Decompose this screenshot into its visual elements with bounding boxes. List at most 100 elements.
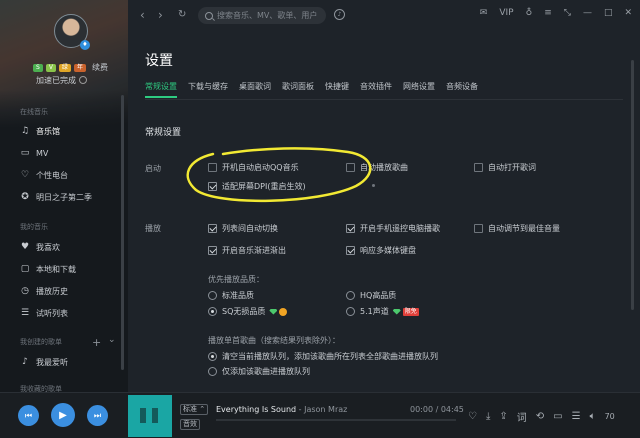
checkbox-box[interactable] — [346, 246, 355, 255]
checkbox-box[interactable] — [474, 224, 483, 233]
radio-dot[interactable] — [346, 291, 355, 300]
vip-link[interactable]: VIP — [499, 8, 513, 18]
download-icon[interactable]: ⤓ — [486, 411, 490, 422]
song-title[interactable]: Everything Is Sound — [216, 405, 296, 414]
like-icon[interactable]: ♡ — [468, 411, 477, 422]
sidebar-item-label: MV — [36, 148, 49, 158]
maximize-icon[interactable]: □ — [604, 8, 613, 18]
checkbox-box[interactable] — [208, 246, 217, 255]
play-button[interactable]: ▶ — [51, 403, 75, 427]
radio-replace-queue[interactable]: 清空当前播放队列，添加该歌曲所在列表全部歌曲进播放队列 — [208, 351, 438, 362]
sidebar-scrollbar[interactable] — [121, 95, 124, 370]
checkbox-auto-volume[interactable]: 自动调节到最佳音量 — [474, 223, 560, 234]
radio-dot[interactable] — [208, 367, 217, 376]
back-icon[interactable]: ‹ — [140, 8, 145, 22]
playlist-icon: ☰ — [20, 308, 30, 318]
checkbox-media-keys[interactable]: 响应多媒体键盘 — [346, 245, 416, 256]
radio-label: 标准品质 — [222, 291, 254, 300]
radio-label: 清空当前播放队列，添加该歌曲所在列表全部歌曲进播放队列 — [222, 352, 438, 361]
single-song-label: 播放单首歌曲（搜索结果列表除外）： — [208, 336, 340, 345]
checkbox-box[interactable] — [346, 163, 355, 172]
checkbox-phone-remote[interactable]: 开启手机遥控电脑播歌 — [346, 223, 440, 234]
sidebar-item-music-hall[interactable]: ♫ 音乐馆 — [20, 123, 60, 139]
radio-dot[interactable] — [208, 352, 217, 361]
radio-hq-quality[interactable]: HQ高品质 — [346, 290, 396, 301]
radio-sq-quality[interactable]: SQ无损品质 — [208, 306, 288, 317]
search-input[interactable] — [217, 11, 317, 20]
radio-label: HQ高品质 — [360, 291, 397, 300]
lyrics-icon[interactable]: 词 — [517, 409, 527, 424]
share-icon[interactable]: ⇪ — [499, 411, 507, 422]
tab-audio-device[interactable]: 音频设备 — [446, 81, 478, 98]
checkbox-box[interactable] — [208, 163, 217, 172]
sidebar-item-local-download[interactable]: ▢ 本地和下载 — [20, 261, 76, 277]
section-collected-playlists: 我收藏的歌单 — [20, 385, 62, 392]
radio-add-single[interactable]: 仅添加该歌曲进播放队列 — [208, 366, 310, 377]
now-playing: Everything Is Sound - Jason Mraz — [216, 405, 347, 414]
acceleration-status: 加速已完成 — [36, 75, 87, 86]
checkbox-auto-lyrics[interactable]: 自动打开歌词 — [474, 162, 536, 173]
sidebar-item-history[interactable]: ◷ 播放历史 — [20, 283, 68, 299]
chevron-down-icon[interactable]: ⌄ — [108, 335, 116, 345]
sidebar-item-favorite-playlist[interactable]: ♪ 我最爱听 — [20, 354, 68, 370]
quality-switch[interactable]: 标准 ⌃ — [180, 404, 209, 415]
tab-desktop-lyrics[interactable]: 桌面歌词 — [239, 81, 271, 98]
radio-dot[interactable] — [208, 291, 217, 300]
renew-link[interactable]: 续费 — [92, 62, 108, 73]
checkbox-auto-play[interactable]: 自动播放歌曲 — [346, 162, 408, 173]
refresh-icon[interactable]: ↻ — [178, 9, 186, 20]
tab-download-cache[interactable]: 下载与缓存 — [188, 81, 228, 98]
next-button[interactable]: ⏭ — [87, 405, 108, 426]
forward-icon[interactable]: › — [158, 8, 163, 22]
checkbox-box[interactable] — [208, 182, 217, 191]
sidebar-item-radio[interactable]: ♡ 个性电台 — [20, 167, 68, 183]
checkbox-list-auto-switch[interactable]: 列表间自动切换 — [208, 223, 278, 234]
radio-standard-quality[interactable]: 标准品质 — [208, 290, 254, 301]
sidebar-item-label: 播放历史 — [36, 286, 68, 296]
info-icon[interactable] — [79, 76, 87, 84]
radio-dot[interactable] — [208, 307, 217, 316]
mail-icon[interactable]: ✉ — [480, 8, 488, 18]
sidebar-item-liked[interactable]: ♥ 我喜欢 — [20, 239, 60, 255]
checkbox-box[interactable] — [474, 163, 483, 172]
sidebar-item-trial-list[interactable]: ☰ 试听列表 — [20, 305, 68, 321]
checkbox-auto-start[interactable]: 开机自动启动QQ音乐 — [208, 162, 299, 173]
tab-hotkeys[interactable]: 快捷键 — [325, 81, 349, 98]
tab-divider — [145, 99, 623, 100]
sound-effect-button[interactable]: 音效 — [180, 419, 200, 430]
skin-icon[interactable]: ♁ — [526, 8, 533, 18]
mini-mode-icon[interactable]: ⤡ — [564, 8, 571, 18]
search-box[interactable] — [198, 7, 326, 24]
close-icon[interactable]: ✕ — [624, 8, 632, 18]
comment-icon[interactable]: ▭ — [553, 411, 562, 422]
sidebar-item-star-show[interactable]: ✪ 明日之子第二季 — [20, 189, 92, 205]
green-diamond-icon — [269, 308, 278, 315]
radio-51-channel[interactable]: 5.1声道 限免 — [346, 306, 419, 317]
previous-button[interactable]: ⏮ — [18, 405, 39, 426]
album-cover[interactable] — [128, 395, 172, 437]
tab-lyrics-panel[interactable]: 歌词面板 — [282, 81, 314, 98]
checkbox-fade-in-out[interactable]: 开启音乐渐进渐出 — [208, 245, 286, 256]
menu-icon[interactable]: ≡ — [544, 8, 552, 18]
listen-recognize-icon[interactable]: ♪ — [334, 9, 345, 20]
settings-scrollbar[interactable] — [631, 60, 634, 310]
tab-network[interactable]: 网络设置 — [403, 81, 435, 98]
badge-vip: V — [45, 63, 56, 72]
settings-tabs: 常规设置 下载与缓存 桌面歌词 歌词面板 快捷键 音效插件 网络设置 音频设备 — [145, 81, 478, 98]
tab-sound-plugins[interactable]: 音效插件 — [360, 81, 392, 98]
volume-icon[interactable]: 🔈︎ — [590, 411, 596, 422]
playlist-queue-icon[interactable]: ☰ — [572, 411, 581, 422]
repeat-icon[interactable]: ⟲ — [536, 411, 544, 422]
add-playlist-icon[interactable]: + — [92, 336, 101, 349]
member-badges[interactable]: S V 绿 年 续费 — [33, 62, 108, 73]
sidebar-item-label: 我喜欢 — [36, 242, 60, 252]
checkbox-dpi-adapt[interactable]: 适配屏幕DPI(重启生效) — [208, 181, 306, 192]
progress-bar[interactable] — [216, 419, 456, 421]
radio-dot[interactable] — [346, 307, 355, 316]
sidebar-item-mv[interactable]: ▭ MV — [20, 145, 49, 161]
minimize-icon[interactable]: — — [583, 8, 592, 18]
checkbox-box[interactable] — [208, 224, 217, 233]
checkbox-box[interactable] — [346, 224, 355, 233]
tab-general[interactable]: 常规设置 — [145, 81, 177, 98]
song-artist[interactable]: Jason Mraz — [304, 405, 347, 414]
